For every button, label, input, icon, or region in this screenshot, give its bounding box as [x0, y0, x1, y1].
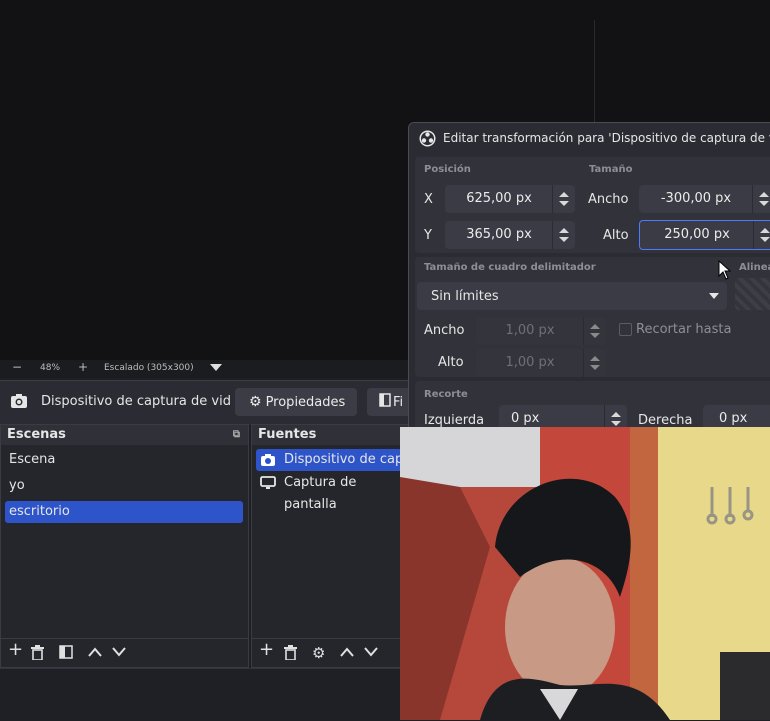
bbox-height-value: 1,00 px — [505, 355, 555, 370]
dialog-title: Editar transformación para 'Dispositivo … — [443, 131, 770, 145]
crop-to-bounds-label: Recortar hasta — [636, 322, 732, 337]
zoom-out-button[interactable]: − — [12, 360, 22, 374]
scene-item-escritorio[interactable]: escritorio — [5, 501, 243, 523]
width-input[interactable]: -300,00 px — [639, 185, 770, 213]
width-value: -300,00 px — [660, 191, 732, 206]
cursor-icon — [718, 259, 732, 284]
crop-to-bounds-checkbox[interactable] — [619, 323, 632, 336]
source-label: Captura de pantalla — [284, 475, 357, 512]
move-down-icon[interactable] — [111, 645, 127, 661]
filters-button[interactable]: Fi — [367, 388, 410, 416]
crop-label: Recorte — [424, 389, 468, 400]
crop-right-value: 0 px — [719, 411, 748, 426]
trash-icon[interactable] — [284, 645, 297, 663]
bbox-width-label: Ancho — [424, 323, 465, 338]
height-stepper[interactable] — [753, 221, 770, 249]
zoom-in-button[interactable]: + — [78, 360, 88, 374]
status-bar — [0, 668, 400, 721]
source-toolbar: Dispositivo de captura de vid ⚙ Propieda… — [0, 380, 410, 425]
x-value: 625,00 px — [466, 191, 532, 206]
scenes-dock: Escenas ⧉ Escena yo escritorio + — [0, 424, 249, 668]
width-stepper[interactable] — [752, 185, 770, 213]
gear-icon[interactable]: ⚙ — [312, 645, 325, 661]
sources-toolbar: + ⚙ — [252, 638, 412, 667]
preview-zoom-bar: − 48% + Escalado (305x300) — [0, 360, 410, 378]
current-source-name: Dispositivo de captura de vid — [41, 394, 231, 409]
alignment-grid[interactable] — [735, 278, 770, 310]
chevron-down-icon — [709, 293, 719, 299]
camera-icon — [10, 393, 28, 413]
scaling-label: Escalado (305x300) — [104, 363, 194, 373]
scene-filter-icon[interactable] — [59, 645, 73, 662]
move-down-icon[interactable] — [363, 645, 379, 661]
scene-item-yo[interactable]: yo — [5, 475, 243, 497]
height-value: 250,00 px — [664, 227, 730, 242]
zoom-level: 48% — [40, 363, 61, 373]
transform-dialog: Editar transformación para 'Dispositivo … — [408, 122, 770, 429]
x-stepper[interactable] — [552, 185, 575, 213]
height-label: Alto — [603, 228, 629, 243]
crop-right-label: Derecha — [638, 413, 693, 428]
preview-guide-line — [594, 20, 595, 130]
bbox-type-value: Sin límites — [431, 289, 499, 304]
x-label: X — [424, 192, 433, 207]
bbox-height-stepper[interactable] — [583, 349, 606, 377]
add-source-icon[interactable]: + — [259, 641, 274, 659]
filter-icon — [379, 393, 391, 411]
monitor-icon — [260, 476, 276, 498]
bbox-height-input[interactable]: 1,00 px — [476, 349, 606, 377]
gear-icon: ⚙ — [249, 394, 262, 410]
crop-left-input[interactable]: 0 px — [499, 405, 627, 428]
crop-left-stepper[interactable] — [604, 405, 627, 428]
sources-dock: Fuentes Dispositivo de capt Captura de p… — [251, 424, 413, 668]
scenes-toolbar: + — [1, 638, 248, 667]
size-label: Tamaño — [589, 164, 633, 175]
y-stepper[interactable] — [552, 221, 575, 249]
crop-left-label: Izquierda — [424, 413, 485, 428]
properties-button[interactable]: ⚙ Propiedades — [235, 388, 357, 416]
dialog-titlebar: Editar transformación para 'Dispositivo … — [409, 123, 770, 153]
alignment-label: Alinea — [739, 262, 770, 273]
source-label: Dispositivo de capt — [284, 452, 409, 467]
move-up-icon[interactable] — [339, 645, 355, 661]
webcam-feed — [400, 427, 770, 720]
bbox-height-label: Alto — [438, 355, 464, 370]
sources-title: Fuentes — [252, 425, 412, 445]
width-label: Ancho — [588, 192, 629, 207]
y-position-input[interactable]: 365,00 px — [445, 221, 575, 249]
filters-label: Fi — [393, 394, 404, 410]
properties-label: Propiedades — [265, 394, 346, 410]
obs-logo-icon — [419, 130, 436, 151]
source-item-camera[interactable]: Dispositivo de capt — [256, 449, 410, 471]
scenes-title: Escenas ⧉ — [1, 425, 248, 445]
y-label: Y — [424, 228, 432, 243]
move-up-icon[interactable] — [87, 645, 103, 661]
bbox-type-select[interactable]: Sin límites — [417, 282, 727, 310]
bbox-label: Tamaño de cuadro delimitador — [424, 262, 596, 273]
crop-left-value: 0 px — [511, 411, 540, 426]
position-label: Posición — [424, 164, 471, 175]
trash-icon[interactable] — [31, 645, 44, 663]
bbox-width-stepper[interactable] — [583, 317, 606, 345]
bbox-width-input[interactable]: 1,00 px — [476, 317, 606, 345]
y-value: 365,00 px — [466, 227, 532, 242]
height-input[interactable]: 250,00 px — [639, 220, 770, 250]
x-position-input[interactable]: 625,00 px — [445, 185, 575, 213]
zoom-dropdown-icon[interactable] — [210, 364, 222, 371]
crop-right-input[interactable]: 0 px — [703, 405, 770, 428]
dock-float-icon[interactable]: ⧉ — [233, 425, 240, 445]
scene-item-escena[interactable]: Escena — [5, 449, 243, 471]
source-item-screen[interactable]: Captura de pantalla — [256, 472, 410, 512]
scenes-title-text: Escenas — [7, 427, 66, 442]
bbox-width-value: 1,00 px — [505, 323, 555, 338]
add-scene-icon[interactable]: + — [8, 641, 23, 659]
